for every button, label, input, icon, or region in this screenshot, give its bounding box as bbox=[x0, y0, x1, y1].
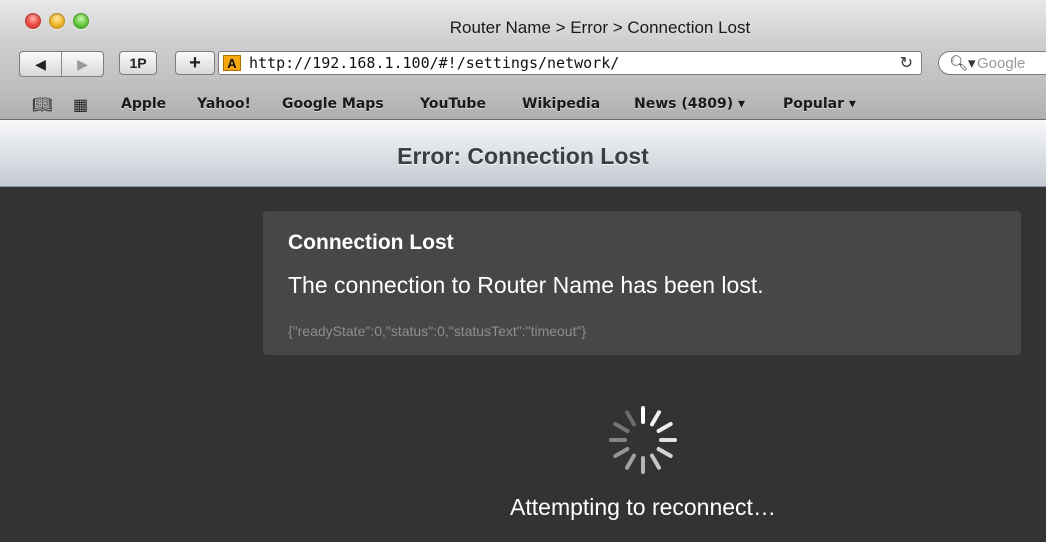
reading-list-book-icon[interactable]: 📖︎ bbox=[32, 95, 52, 115]
bookmark-news-folder[interactable]: News (4809) ▾ bbox=[634, 96, 745, 112]
page-content: Error: Connection Lost Connection Lost T… bbox=[0, 120, 1046, 542]
loading-spinner-icon bbox=[609, 406, 677, 474]
top-sites-grid-icon[interactable]: ▦ bbox=[73, 95, 88, 115]
search-field[interactable]: 🔍︎▾ Google bbox=[938, 51, 1046, 75]
bookmarks-bar: 📖︎ ▦ Apple Yahoo! Google Maps YouTube Wi… bbox=[0, 90, 1046, 120]
error-panel: Connection Lost The connection to Router… bbox=[263, 211, 1021, 355]
bookmark-google-maps[interactable]: Google Maps bbox=[282, 96, 384, 112]
error-title: Connection Lost bbox=[288, 231, 454, 254]
onepassword-button[interactable]: 1P bbox=[119, 51, 157, 75]
back-button[interactable]: ◀ bbox=[20, 52, 61, 76]
forward-arrow-icon: ▶ bbox=[77, 55, 88, 72]
page-header: Error: Connection Lost bbox=[0, 120, 1046, 187]
address-bar[interactable]: A http://192.168.1.100/#!/settings/netwo… bbox=[218, 51, 922, 75]
browser-toolbar: ◀ ▶ 1P + A http://192.168.1.100/#!/setti… bbox=[0, 42, 1046, 90]
window-title: Router Name > Error > Connection Lost bbox=[449, 18, 751, 37]
close-window-button[interactable] bbox=[25, 13, 41, 29]
bookmark-popular-folder[interactable]: Popular ▾ bbox=[783, 96, 856, 112]
forward-button[interactable]: ▶ bbox=[61, 52, 103, 76]
add-bookmark-button[interactable]: + bbox=[175, 51, 215, 75]
search-placeholder: Google bbox=[977, 55, 1026, 72]
reconnect-status: Attempting to reconnect… bbox=[510, 494, 776, 520]
error-message: The connection to Router Name has been l… bbox=[288, 272, 764, 298]
zoom-window-button[interactable] bbox=[73, 13, 89, 29]
bookmark-yahoo[interactable]: Yahoo! bbox=[197, 96, 251, 112]
error-detail: {"readyState":0,"status":0,"statusText":… bbox=[288, 323, 587, 339]
page-title: Error: Connection Lost bbox=[397, 143, 649, 169]
back-arrow-icon: ◀ bbox=[35, 55, 46, 72]
search-icon[interactable]: 🔍︎▾ bbox=[949, 54, 976, 72]
site-favicon-icon: A bbox=[223, 55, 241, 71]
browser-window: Router Name > Error > Connection Lost ◀ … bbox=[0, 0, 1046, 542]
minimize-window-button[interactable] bbox=[49, 13, 65, 29]
bookmark-youtube[interactable]: YouTube bbox=[420, 96, 486, 112]
reload-icon[interactable]: ↻ bbox=[900, 53, 913, 73]
nav-button-group: ◀ ▶ bbox=[19, 51, 104, 77]
bookmark-wikipedia[interactable]: Wikipedia bbox=[522, 96, 600, 112]
title-bar: Router Name > Error > Connection Lost bbox=[0, 0, 1046, 42]
bookmark-apple[interactable]: Apple bbox=[121, 96, 166, 112]
url-text[interactable]: http://192.168.1.100/#!/settings/network… bbox=[249, 54, 619, 72]
